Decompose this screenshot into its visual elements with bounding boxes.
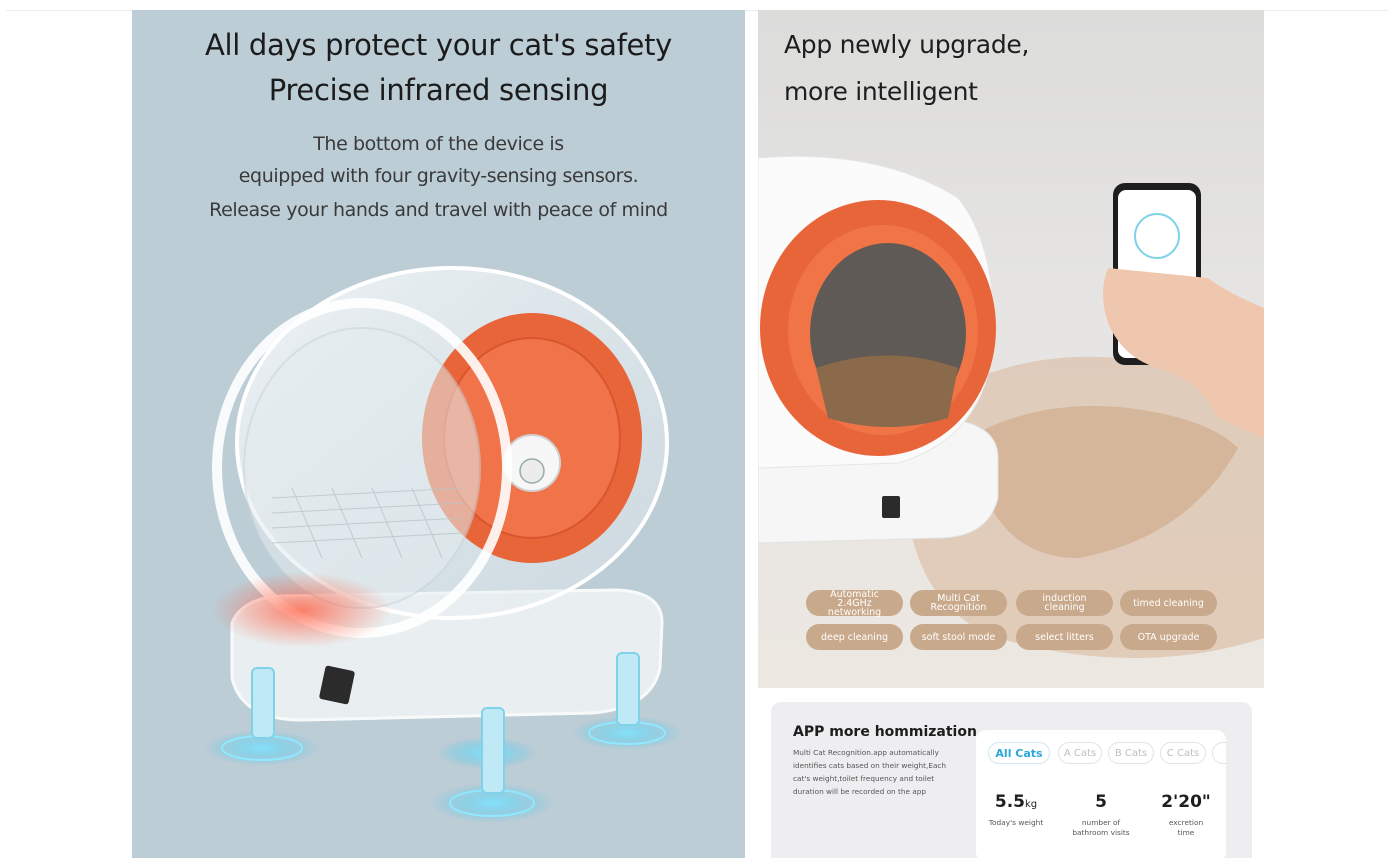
tab-b-cats[interactable]: B Cats — [1108, 742, 1154, 764]
panel-title-line1: All days protect your cat's safety — [204, 28, 673, 62]
app-panel-title-line1: App newly upgrade, — [784, 30, 1030, 59]
feature-pill: deep cleaning — [806, 624, 903, 650]
stat-visits-label: number of bathroom visits — [1072, 818, 1130, 837]
card-description: Multi Cat Recognition.app automatically … — [793, 748, 947, 796]
stat-excretion: 2'20" excretion time — [1146, 792, 1226, 838]
tab-a-cats[interactable]: A Cats — [1058, 742, 1102, 764]
stat-visits-value: 5 — [1095, 792, 1107, 812]
stat-weight-value: 5.5 — [994, 792, 1025, 812]
app-panel-title-line2: more intelligent — [784, 77, 978, 106]
panel-subtitle-line3: Release your hands and travel with peace… — [209, 199, 668, 221]
feature-pill: timed cleaning — [1120, 590, 1217, 616]
feature-pill: soft stool mode — [910, 624, 1007, 650]
app-hommization-card: APP more hommization Multi Cat Recogniti… — [771, 702, 1252, 858]
stat-weight-unit: kg — [1024, 799, 1038, 810]
stat-excretion-value: 2'20" — [1161, 792, 1211, 812]
tab-overflow[interactable] — [1212, 742, 1226, 764]
panel-subtitle-line1: The bottom of the device is — [313, 133, 564, 155]
stat-visits: 5 number of bathroom visits — [1061, 792, 1141, 838]
card-title: APP more hommization — [793, 724, 977, 740]
feature-pill: Automatic 2.4GHz networking — [806, 589, 903, 617]
feature-pill: induction cleaning — [1016, 590, 1113, 616]
infrared-sensing-panel: All days protect your cat's safety Preci… — [132, 10, 745, 858]
stat-weight: 5.5kg Today's weight — [976, 792, 1056, 828]
panel-title-line2: Precise infrared sensing — [268, 73, 609, 107]
app-stats-mockup: All Cats A Cats B Cats C Cats 5.5kg Toda… — [976, 730, 1226, 858]
tab-c-cats[interactable]: C Cats — [1160, 742, 1206, 764]
tab-all-cats[interactable]: All Cats — [988, 742, 1050, 764]
feature-pill: OTA upgrade — [1120, 624, 1217, 650]
stat-excretion-label: excretion time — [1168, 818, 1204, 837]
feature-pill: Multi Cat Recognition — [910, 590, 1007, 616]
stat-weight-label: Today's weight — [988, 818, 1044, 827]
feature-pill: select litters — [1016, 624, 1113, 650]
app-upgrade-panel: App newly upgrade, more intelligent Auto… — [758, 10, 1264, 688]
panel-subtitle-line2: equipped with four gravity-sensing senso… — [238, 165, 639, 187]
transparent-litter-box-illustration — [204, 266, 682, 823]
